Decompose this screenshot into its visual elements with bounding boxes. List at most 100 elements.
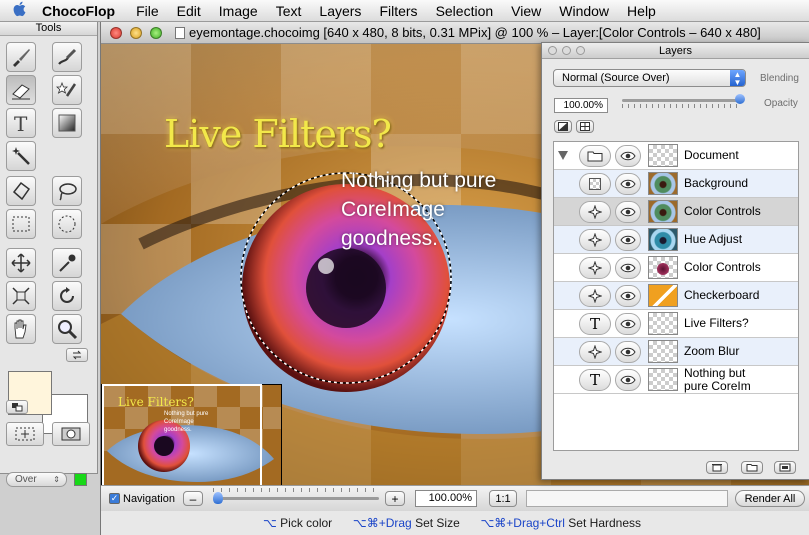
- zoom-window-button[interactable]: [150, 27, 162, 39]
- apple-menu-icon[interactable]: [0, 1, 40, 21]
- menu-text[interactable]: Text: [267, 3, 311, 19]
- lasso-tool-button[interactable]: [52, 176, 82, 206]
- sparkle-brush-tool-button[interactable]: [52, 75, 82, 105]
- document-file-icon: [175, 27, 185, 39]
- checker-layer-icon: [579, 173, 611, 195]
- rotate-icon: [60, 287, 74, 303]
- new-layer-icon: [779, 463, 791, 472]
- text-tool-button[interactable]: T: [6, 108, 36, 138]
- menu-file[interactable]: File: [127, 3, 168, 19]
- opacity-value-field[interactable]: 100.00%: [554, 98, 608, 113]
- smudge-tool-button[interactable]: [52, 42, 82, 72]
- visibility-eye-icon[interactable]: [615, 201, 641, 223]
- rect-select-tool-button[interactable]: [6, 209, 36, 239]
- default-colors-button[interactable]: [6, 400, 28, 414]
- zoom-in-button[interactable]: +: [385, 491, 405, 506]
- layer-row-color-controls-2[interactable]: Color Controls: [554, 254, 798, 282]
- visibility-eye-icon[interactable]: [615, 229, 641, 251]
- layer-name: Live Filters?: [684, 316, 749, 330]
- menu-view[interactable]: View: [502, 3, 550, 19]
- lasso-polygon-tool-button[interactable]: [6, 176, 36, 206]
- magic-wand-icon: [12, 147, 30, 165]
- layers-zoom-button[interactable]: [576, 46, 585, 55]
- eyedropper-tool-button[interactable]: [52, 248, 82, 278]
- layer-blend-mode-select[interactable]: Normal (Source Over) ▲ ▼: [553, 69, 746, 87]
- layer-name: Background: [684, 176, 749, 190]
- transform-tool-button[interactable]: [6, 281, 36, 311]
- zoom-tool-button[interactable]: [52, 314, 82, 344]
- opacity-slider-knob[interactable]: [735, 94, 745, 104]
- visibility-eye-icon[interactable]: [615, 341, 641, 363]
- new-group-button[interactable]: [741, 461, 763, 474]
- gradient-tool-button[interactable]: [52, 108, 82, 138]
- zoom-slider[interactable]: [213, 497, 379, 500]
- layer-thumbnail: [648, 340, 678, 363]
- layer-row-checkerboard[interactable]: Checkerboard: [554, 282, 798, 310]
- layer-row-color-controls[interactable]: Color Controls: [554, 198, 798, 226]
- layers-minimize-button[interactable]: [562, 46, 571, 55]
- eraser-tool-button[interactable]: [6, 75, 36, 105]
- menu-image[interactable]: Image: [210, 3, 267, 19]
- layer-row-background[interactable]: Background: [554, 170, 798, 198]
- disclosure-triangle-icon[interactable]: [558, 151, 568, 160]
- navigator-thumbnail[interactable]: Live Filters? Nothing but pure CoreImage…: [101, 384, 282, 495]
- swap-colors-button[interactable]: [66, 348, 88, 362]
- tools-palette: Tools T Over ⇕: [0, 22, 98, 487]
- visibility-eye-icon[interactable]: [615, 285, 641, 307]
- updown-arrows-icon: ▲ ▼: [730, 70, 745, 87]
- hint-3-keys: ⌥⌘+Drag+Ctrl: [480, 516, 565, 530]
- lasso-polygon-icon: [12, 181, 31, 201]
- visibility-eye-icon[interactable]: [615, 313, 641, 335]
- mask-icon: [558, 122, 568, 131]
- menu-help[interactable]: Help: [618, 3, 665, 19]
- visibility-eye-icon[interactable]: [615, 173, 641, 195]
- hint-1-text: Pick color: [276, 516, 333, 530]
- zoom-slider-knob[interactable]: [213, 492, 223, 504]
- rotate-tool-button[interactable]: [52, 281, 82, 311]
- visibility-eye-icon[interactable]: [615, 257, 641, 279]
- close-window-button[interactable]: [110, 27, 122, 39]
- visibility-eye-icon[interactable]: [615, 369, 641, 391]
- quick-mask-on-button[interactable]: [52, 422, 90, 446]
- folder-icon: [579, 145, 611, 167]
- layer-row-live-filters[interactable]: T Live Filters?: [554, 310, 798, 338]
- menu-filters[interactable]: Filters: [370, 3, 426, 19]
- layer-row-hue-adjust[interactable]: Hue Adjust: [554, 226, 798, 254]
- layer-name: Hue Adjust: [684, 232, 743, 246]
- magic-wand-tool-button[interactable]: [6, 141, 36, 171]
- document-title: eyemontage.chocoimg [640 x 480, 8 bits, …: [189, 25, 761, 40]
- hand-tool-button[interactable]: [6, 314, 36, 344]
- move-tool-button[interactable]: [6, 248, 36, 278]
- zoom-value-field[interactable]: 100.00%: [415, 490, 477, 507]
- zoom-out-button[interactable]: –: [183, 491, 203, 506]
- actual-size-button[interactable]: 1:1: [489, 490, 517, 507]
- filter-icon: [579, 257, 611, 279]
- delete-layer-button[interactable]: [706, 461, 728, 474]
- layers-panel: Layers Normal (Source Over) ▲ ▼ Blending …: [541, 42, 809, 480]
- svg-text:T: T: [14, 112, 28, 134]
- brush-tool-button[interactable]: [6, 42, 36, 72]
- layer-row-nothing-but-pure[interactable]: T Nothing but pure CoreIm: [554, 366, 798, 394]
- menu-app-name[interactable]: ChocoFlop: [40, 3, 127, 19]
- layer-row-zoom-blur[interactable]: Zoom Blur: [554, 338, 798, 366]
- layer-row-document[interactable]: Document: [554, 142, 798, 170]
- menu-window[interactable]: Window: [550, 3, 618, 19]
- layers-close-button[interactable]: [548, 46, 557, 55]
- tool-blend-mode-select[interactable]: Over ⇕: [6, 472, 67, 487]
- layer-mask-button[interactable]: [554, 120, 572, 133]
- quick-mask-off-button[interactable]: [6, 422, 44, 446]
- text-icon: T: [579, 313, 611, 335]
- navigation-checkbox[interactable]: ✓: [109, 493, 120, 504]
- visibility-eye-icon[interactable]: [615, 145, 641, 167]
- ellipse-select-tool-button[interactable]: [52, 209, 82, 239]
- menu-edit[interactable]: Edit: [168, 3, 210, 19]
- minimize-window-button[interactable]: [130, 27, 142, 39]
- layer-name: Document: [684, 148, 739, 162]
- opacity-slider[interactable]: [622, 99, 740, 102]
- new-layer-button[interactable]: [774, 461, 796, 474]
- lasso-icon: [59, 183, 77, 201]
- render-all-button[interactable]: Render All: [735, 490, 805, 507]
- menu-layers[interactable]: Layers: [310, 3, 370, 19]
- layer-grid-button[interactable]: [576, 120, 594, 133]
- menu-selection[interactable]: Selection: [427, 3, 503, 19]
